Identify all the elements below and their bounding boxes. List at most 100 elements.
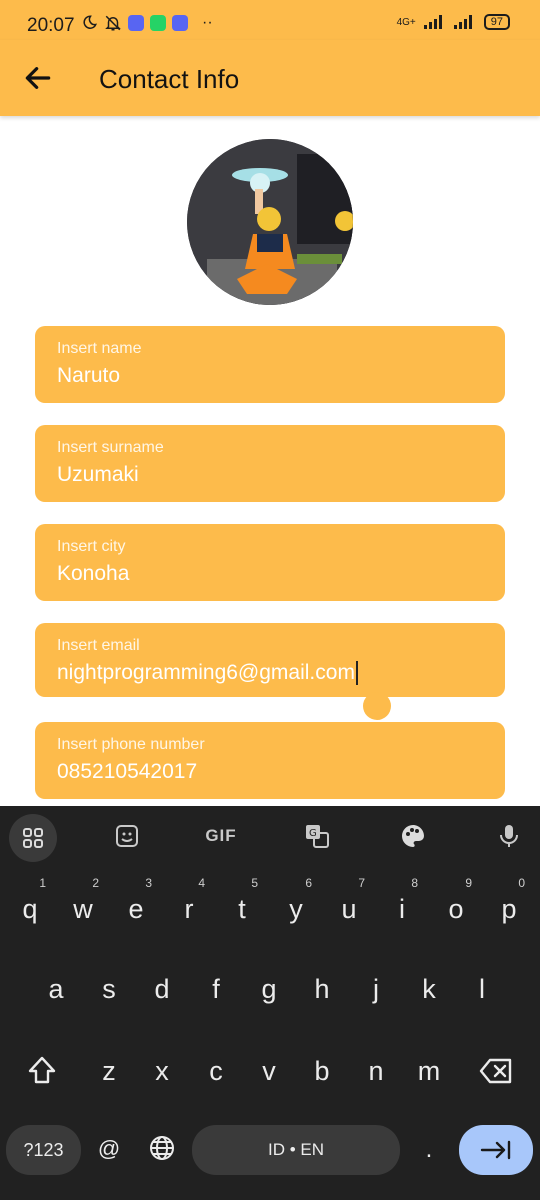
gif-button[interactable]: GIF: [205, 820, 237, 852]
symbols-key[interactable]: ?123: [6, 1125, 81, 1175]
palette-icon[interactable]: [397, 820, 429, 852]
keyboard-toolbar: GIF G: [0, 806, 540, 866]
key-f[interactable]: f: [196, 974, 236, 1005]
signal-icon: [453, 15, 472, 29]
city-field-label: Insert city: [57, 538, 126, 555]
key-x[interactable]: x: [142, 1056, 182, 1087]
period-key[interactable]: .: [409, 1136, 449, 1164]
key-r[interactable]: 4r: [169, 876, 209, 925]
name-field-label: Insert name: [57, 340, 142, 357]
signal-icon: [423, 15, 442, 29]
phone-field-label: Insert phone number: [57, 736, 205, 753]
status-time: 20:07: [27, 15, 75, 36]
translate-icon[interactable]: G: [301, 820, 333, 852]
discord-icon: [128, 15, 144, 31]
battery-icon: 97: [483, 14, 510, 30]
discord-icon: [172, 15, 188, 31]
key-z[interactable]: z: [89, 1056, 129, 1087]
app-bar: Contact Info: [0, 40, 540, 116]
moon-icon: [83, 15, 97, 29]
key-hint: 7: [358, 876, 365, 890]
key-label: p: [501, 894, 517, 924]
key-j[interactable]: j: [356, 974, 396, 1005]
key-hint: 8: [411, 876, 418, 890]
backspace-key[interactable]: [476, 1056, 516, 1093]
shift-icon: [28, 1056, 56, 1084]
city-field[interactable]: Insert city Konoha: [35, 524, 505, 601]
back-arrow-icon[interactable]: [22, 62, 54, 94]
key-b[interactable]: b: [302, 1056, 342, 1087]
key-y[interactable]: 6y: [276, 876, 316, 925]
key-label: y: [289, 894, 303, 924]
language-key[interactable]: [142, 1134, 182, 1169]
avatar[interactable]: [187, 139, 353, 305]
key-hint: 0: [518, 876, 525, 890]
page-title: Contact Info: [99, 64, 240, 94]
text-selection-handle[interactable]: [363, 692, 391, 720]
name-field-value[interactable]: Naruto: [57, 364, 120, 388]
key-k[interactable]: k: [409, 974, 449, 1005]
more-notifications-icon: ··: [202, 14, 213, 31]
key-g[interactable]: g: [249, 974, 289, 1005]
key-label: q: [22, 894, 38, 924]
key-i[interactable]: 8i: [382, 876, 422, 925]
svg-text:G: G: [309, 828, 317, 839]
avatar-image: [187, 139, 353, 305]
shift-key[interactable]: [22, 1054, 62, 1093]
key-m[interactable]: m: [409, 1056, 449, 1087]
key-t[interactable]: 5t: [222, 876, 262, 925]
key-hint: 2: [92, 876, 99, 890]
email-field-label: Insert email: [57, 637, 140, 654]
surname-field[interactable]: Insert surname Uzumaki: [35, 425, 505, 502]
key-v[interactable]: v: [249, 1056, 289, 1087]
email-field-text: nightprogramming6@gmail.com: [57, 661, 355, 684]
key-a[interactable]: a: [36, 974, 76, 1005]
phone-field-value[interactable]: 085210542017: [57, 760, 197, 784]
key-hint: 6: [305, 876, 312, 890]
phone-field[interactable]: Insert phone number 085210542017: [35, 722, 505, 799]
status-bar: 20:07 ·· 4G+ 97: [0, 0, 540, 40]
spacebar-key[interactable]: ID • EN: [192, 1125, 400, 1175]
microphone-icon[interactable]: [493, 820, 525, 852]
key-d[interactable]: d: [142, 974, 182, 1005]
key-label: i: [399, 894, 405, 924]
key-q[interactable]: 1q: [10, 876, 50, 925]
surname-field-label: Insert surname: [57, 439, 164, 456]
apps-grid-icon[interactable]: [9, 814, 57, 862]
email-field-value[interactable]: nightprogramming6@gmail.com: [57, 661, 358, 686]
sticker-icon[interactable]: [111, 820, 143, 852]
surname-field-value[interactable]: Uzumaki: [57, 463, 139, 487]
key-p[interactable]: 0p: [489, 876, 529, 925]
keyboard: GIF G 1q 2w 3e 4r 5t 6y 7u 8i 9o 0p a s …: [0, 806, 540, 1200]
enter-key[interactable]: [459, 1125, 533, 1175]
key-label: e: [128, 894, 144, 924]
key-e[interactable]: 3e: [116, 876, 156, 925]
key-h[interactable]: h: [302, 974, 342, 1005]
key-u[interactable]: 7u: [329, 876, 369, 925]
key-w[interactable]: 2w: [63, 876, 103, 925]
key-hint: 9: [465, 876, 472, 890]
key-hint: 4: [198, 876, 205, 890]
status-right: 4G+ 97: [397, 14, 510, 30]
key-n[interactable]: n: [356, 1056, 396, 1087]
key-label: o: [448, 894, 464, 924]
key-label: t: [238, 894, 246, 924]
name-field[interactable]: Insert name Naruto: [35, 326, 505, 403]
key-label: w: [73, 894, 93, 924]
key-l[interactable]: l: [462, 974, 502, 1005]
whatsapp-icon: [150, 15, 166, 31]
email-field[interactable]: Insert email nightprogramming6@gmail.com: [35, 623, 505, 697]
key-o[interactable]: 9o: [436, 876, 476, 925]
city-field-value[interactable]: Konoha: [57, 562, 129, 586]
key-c[interactable]: c: [196, 1056, 236, 1087]
bell-off-icon: [105, 15, 121, 31]
status-icons: ··: [80, 14, 213, 32]
key-hint: 5: [251, 876, 258, 890]
at-key[interactable]: @: [89, 1136, 129, 1162]
globe-icon: [150, 1136, 174, 1160]
network-type: 4G+: [396, 16, 416, 28]
text-cursor: [355, 661, 358, 686]
key-s[interactable]: s: [89, 974, 129, 1005]
key-hint: 1: [39, 876, 46, 890]
next-field-icon: [480, 1140, 511, 1160]
